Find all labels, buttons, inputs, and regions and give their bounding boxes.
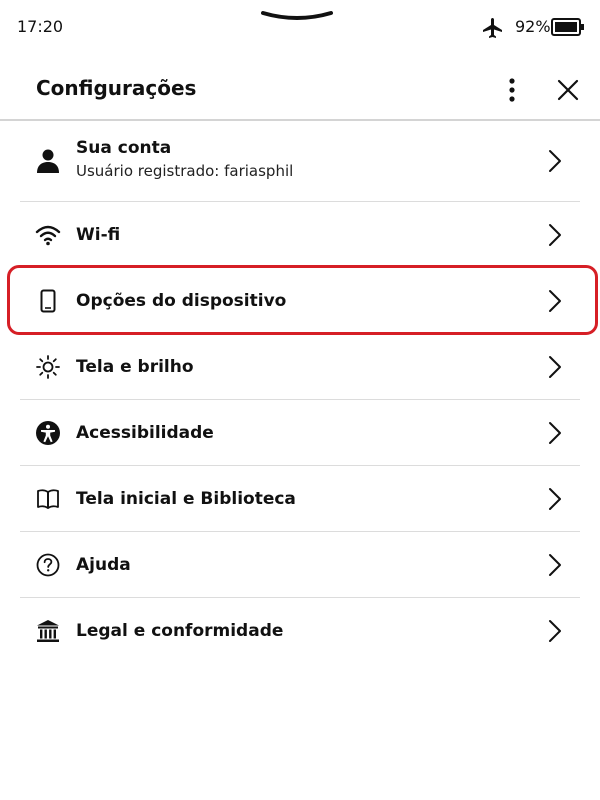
battery-icon xyxy=(551,18,584,36)
chevron-right-icon xyxy=(549,223,561,246)
settings-item-accessibility[interactable]: Acessibilidade xyxy=(20,400,580,466)
pull-down-handle-icon[interactable] xyxy=(261,10,333,26)
close-icon[interactable] xyxy=(552,74,584,106)
settings-item-legal[interactable]: Legal e conformidade xyxy=(20,598,580,663)
chevron-right-icon xyxy=(549,553,561,576)
chevron-right-icon xyxy=(549,421,561,444)
settings-item-label: Wi-fi xyxy=(76,224,121,245)
chevron-right-icon xyxy=(549,289,561,312)
accessibility-icon xyxy=(36,420,60,445)
legal-building-icon xyxy=(37,619,59,642)
status-bar: 17:20 92% xyxy=(0,0,600,56)
book-icon xyxy=(37,488,59,509)
settings-item-home-library[interactable]: Tela inicial e Biblioteca xyxy=(20,466,580,532)
settings-item-device-options[interactable]: Opções do dispositivo xyxy=(20,268,580,334)
settings-header: Configurações xyxy=(0,56,600,121)
more-vertical-icon[interactable] xyxy=(497,75,527,105)
settings-item-label: Tela inicial e Biblioteca xyxy=(76,488,296,509)
status-time: 17:20 xyxy=(17,17,64,36)
settings-item-help[interactable]: Ajuda xyxy=(20,532,580,598)
settings-item-label: Legal e conformidade xyxy=(76,620,284,641)
settings-item-screen-brightness[interactable]: Tela e brilho xyxy=(20,334,580,400)
settings-item-label: Acessibilidade xyxy=(76,422,214,443)
settings-item-sublabel: Usuário registrado: fariasphil xyxy=(76,162,294,180)
settings-item-label: Opções do dispositivo xyxy=(76,290,287,311)
settings-item-label: Tela e brilho xyxy=(76,356,194,377)
wifi-icon xyxy=(35,225,61,245)
settings-item-label: Sua conta xyxy=(76,138,172,158)
device-icon xyxy=(40,289,56,312)
chevron-right-icon xyxy=(549,619,561,642)
chevron-right-icon xyxy=(549,355,561,378)
settings-list: Sua conta Usuário registrado: fariasphil… xyxy=(20,120,580,663)
page-title: Configurações xyxy=(36,76,197,100)
battery-percent: 92% xyxy=(515,17,551,36)
chevron-right-icon xyxy=(549,149,561,172)
settings-item-label: Ajuda xyxy=(76,554,131,575)
airplane-icon xyxy=(483,18,502,38)
chevron-right-icon xyxy=(549,487,561,510)
settings-item-wifi[interactable]: Wi-fi xyxy=(20,202,580,268)
help-icon xyxy=(36,553,60,576)
brightness-icon xyxy=(36,354,60,379)
settings-item-sua-conta[interactable]: Sua conta Usuário registrado: fariasphil xyxy=(20,120,580,202)
person-icon xyxy=(37,149,59,173)
